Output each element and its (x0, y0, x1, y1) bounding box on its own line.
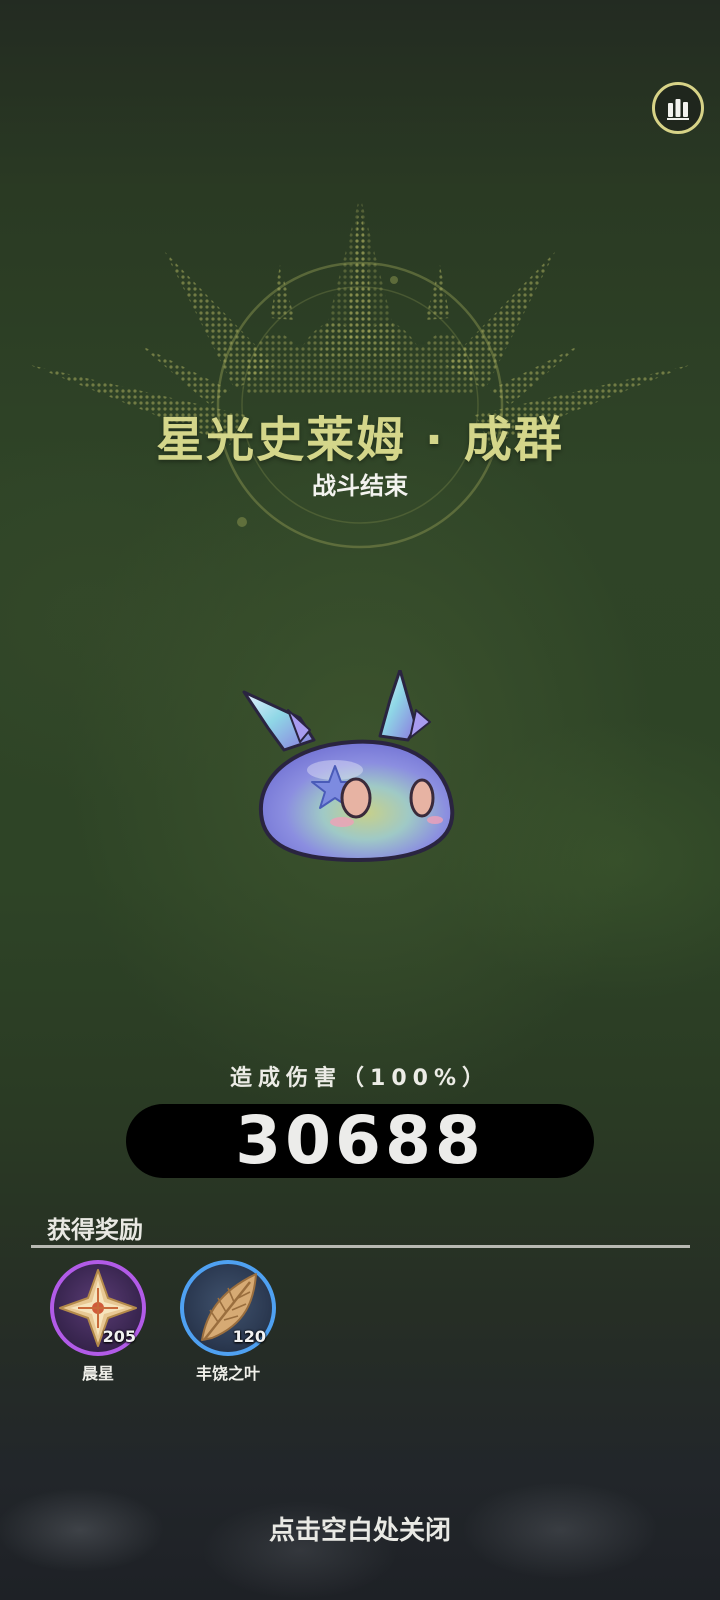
starlight-slime-illustration (242, 670, 455, 863)
close-hint[interactable]: 点击空白处关闭 (0, 1510, 720, 1547)
stats-button[interactable] (652, 82, 704, 134)
battle-status: 战斗结束 (312, 472, 408, 500)
reward-name: 丰饶之叶 (195, 1364, 260, 1383)
reward-item-leaf[interactable]: 120 丰饶之叶 (172, 1260, 282, 1390)
damage-bar: 30688 (126, 1104, 594, 1178)
bar-chart-icon (667, 99, 689, 120)
rewards-divider (31, 1245, 690, 1248)
reward-name: 晨星 (81, 1364, 114, 1383)
damage-value: 30688 (235, 1102, 485, 1179)
reward-count: 120 (232, 1327, 266, 1346)
reward-item-morning-star[interactable]: 205 晨星 (42, 1260, 152, 1390)
boss-crest-emblem (30, 195, 690, 549)
reward-item-frame: 120 (180, 1260, 276, 1356)
reward-count: 205 (102, 1327, 136, 1346)
boss-title: 星光史莱姆 · 成群 (156, 412, 564, 468)
background-haze (0, 1380, 720, 1600)
damage-label: 造成伤害（100%） (230, 1066, 490, 1091)
rewards-title: 获得奖励 (47, 1216, 143, 1244)
battle-result-screen[interactable]: 星光史莱姆 · 成群 战斗结束 造成伤害（100%） 30688 获得奖励 20… (0, 0, 720, 1600)
reward-item-frame: 205 (50, 1260, 146, 1356)
